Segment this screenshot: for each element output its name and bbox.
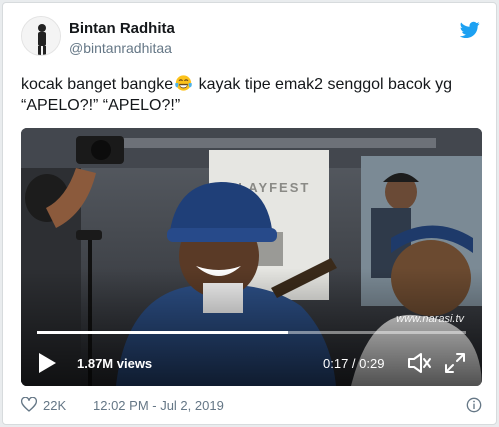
fullscreen-icon[interactable] <box>444 352 466 374</box>
tweet-text: kocak banget bangke kayak tipe emak2 sen… <box>21 74 481 116</box>
author-name[interactable]: Bintan Radhita <box>69 20 175 37</box>
video-views: 1.87M views <box>77 356 153 371</box>
tweet-text-part-1: kocak banget bangke <box>21 76 174 93</box>
author-handle[interactable]: @bintanradhitaa <box>69 40 172 56</box>
video-progress-fill <box>37 331 289 334</box>
video-watermark: www.narasi.tv <box>396 313 464 325</box>
volume-icon[interactable] <box>407 352 433 374</box>
tweet-text-part-2: kayak tipe emak2 senggol bacok yg <box>194 76 453 93</box>
video-frame: PLAYFEST <box>21 128 482 386</box>
tweet-text-line-2: “APELO?!” “APELO?!” <box>21 97 181 114</box>
like-count[interactable]: 22K <box>43 398 66 413</box>
video-time: 0:17 / 0:29 <box>323 356 385 371</box>
tweet-footer: 22K 12:02 PM - Jul 2, 2019 <box>21 397 482 415</box>
video-progress-bar[interactable] <box>37 331 466 334</box>
play-icon[interactable] <box>37 352 57 374</box>
tweet-timestamp[interactable]: 12:02 PM - Jul 2, 2019 <box>93 398 224 413</box>
tears-of-joy-emoji-icon <box>175 75 192 91</box>
avatar[interactable] <box>21 16 61 56</box>
video-player[interactable]: PLAYFEST www.narasi.tv 1.87M views 0:17 … <box>21 128 482 386</box>
heart-icon[interactable] <box>21 397 37 413</box>
tweet-card: Bintan Radhita @bintanradhitaa kocak ban… <box>2 2 497 425</box>
twitter-bird-icon[interactable] <box>460 21 480 39</box>
info-icon[interactable] <box>466 397 482 413</box>
